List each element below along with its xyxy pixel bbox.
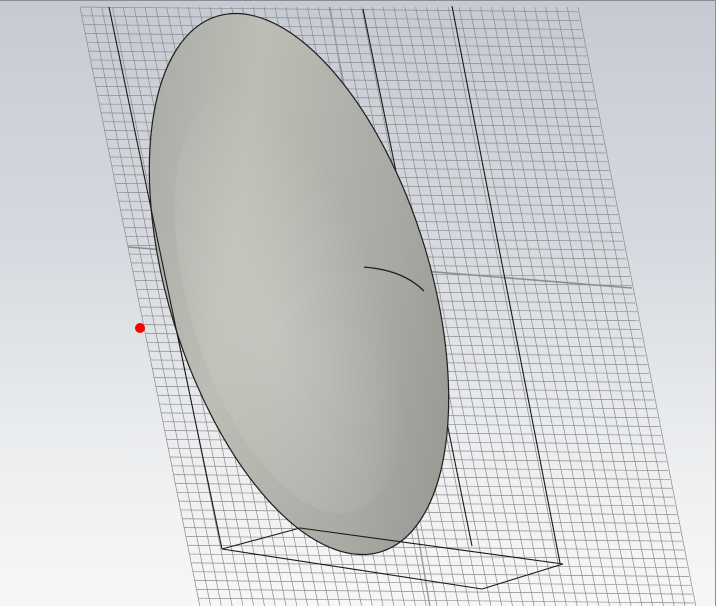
probe-point-marker[interactable] [135, 323, 145, 333]
3d-viewport[interactable] [0, 0, 716, 606]
scene-svg [79, 1, 697, 606]
grid-line-vertical [577, 6, 697, 606]
grid-line-vertical [436, 6, 556, 606]
grid-line-vertical [426, 6, 546, 606]
grid-line-vertical [566, 6, 686, 606]
grid-line-vertical [512, 6, 632, 606]
grid-line-vertical [545, 6, 664, 606]
grid-line-vertical [458, 6, 578, 606]
grid-line-vertical [469, 6, 589, 606]
grid-line-vertical [523, 6, 643, 606]
reflector-dish[interactable] [92, 1, 506, 590]
grid-line-vertical [480, 6, 600, 606]
grid-line-vertical [534, 6, 654, 606]
grid-line-vertical [556, 6, 675, 606]
grid-line-vertical [501, 6, 621, 606]
